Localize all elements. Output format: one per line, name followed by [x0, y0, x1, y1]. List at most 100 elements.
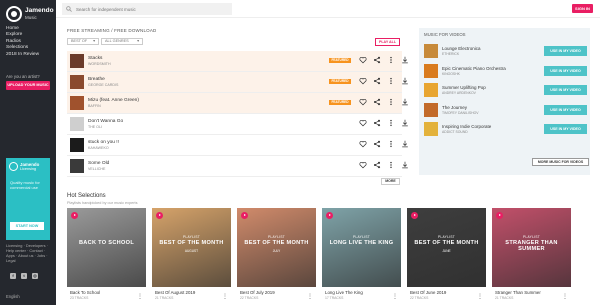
video-music-artist[interactable]: TIMOFEY DANILISHOV: [442, 111, 479, 115]
track-cover[interactable]: [70, 96, 84, 110]
video-music-artist[interactable]: ETHERICK: [442, 52, 459, 56]
use-in-my-video-button[interactable]: USE IN MY VIDEO: [544, 104, 587, 115]
playlist-cover[interactable]: PLAYLIST LONG LIVE THE KING: [322, 208, 401, 287]
play-icon[interactable]: [496, 212, 503, 219]
video-music-title[interactable]: Inspiring Indie Corporate: [442, 124, 491, 129]
playlist-name[interactable]: Back To School: [70, 290, 100, 295]
track-title[interactable]: Don't Wanna Go: [88, 119, 123, 124]
track-row[interactable]: Breathe GEORGE CARDIS FEATURED: [67, 72, 408, 93]
track-row[interactable]: Stacks WORDSMITH FEATURED: [67, 51, 408, 72]
play-icon[interactable]: [71, 212, 78, 219]
track-title[interactable]: Stacks: [88, 56, 102, 61]
video-music-item[interactable]: Lounge Electronica ETHERICK USE IN MY VIDE…: [424, 42, 587, 61]
play-icon[interactable]: [326, 212, 333, 219]
heart-icon[interactable]: [359, 98, 367, 106]
use-in-my-video-button[interactable]: USE IN MY VIDEO: [544, 65, 587, 76]
instagram-icon[interactable]: ◎: [32, 273, 38, 279]
track-cover[interactable]: [70, 54, 84, 68]
facebook-icon[interactable]: f: [10, 273, 16, 279]
licensing-ad[interactable]: Jamendo Licensing Quality music for comm…: [6, 158, 50, 240]
track-title[interactable]: stuck on you !!: [88, 140, 119, 145]
track-title[interactable]: Breathe: [88, 77, 105, 82]
search-bar[interactable]: [62, 3, 232, 15]
download-icon[interactable]: [401, 140, 409, 148]
video-music-item[interactable]: The Journey TIMOFEY DANILISHOV USE IN MY V…: [424, 101, 587, 120]
playlist-name[interactable]: Best Of July 2019: [240, 290, 275, 295]
playlist-name[interactable]: Stranger Than Summer: [495, 290, 541, 295]
video-music-title[interactable]: The Journey: [442, 105, 467, 110]
video-music-artist[interactable]: KINOOSHK: [442, 72, 460, 76]
video-music-cover[interactable]: [424, 44, 438, 58]
play-icon[interactable]: [411, 212, 418, 219]
track-row[interactable]: stuck on you !! KAHAWEKO: [67, 135, 408, 156]
video-music-cover[interactable]: [424, 83, 438, 97]
track-artist[interactable]: THE OLI: [88, 125, 102, 129]
playlist-name[interactable]: Long Live The King: [325, 290, 363, 295]
more-options-icon[interactable]: [387, 119, 395, 127]
track-row[interactable]: Mizu (feat. Anne Green) BAFFIN FEATURED: [67, 93, 408, 114]
heart-icon[interactable]: [359, 140, 367, 148]
track-title[interactable]: Some Old: [88, 161, 109, 166]
more-music-for-videos-button[interactable]: MORE MUSIC FOR VIDEOS: [532, 158, 589, 166]
track-cover[interactable]: [70, 75, 84, 89]
period-filter[interactable]: BEST OF ▾: [67, 38, 99, 45]
track-cover[interactable]: [70, 159, 84, 173]
playlist-cover[interactable]: PLAYLIST BEST OF THE MONTH JUNE: [407, 208, 486, 287]
track-artist[interactable]: GEORGE CARDIS: [88, 83, 118, 87]
share-icon[interactable]: [373, 77, 381, 85]
playlist-cover[interactable]: PLAYLIST STRANGER THAN SUMMER: [492, 208, 571, 287]
playlist-card[interactable]: BACK TO SCHOOL Back To School 23 TRACKS ⋮: [67, 208, 146, 305]
video-music-artist[interactable]: ANDREY ARDENKOV: [442, 91, 476, 95]
use-in-my-video-button[interactable]: USE IN MY VIDEO: [544, 124, 587, 134]
more-options-icon[interactable]: ⋮: [392, 294, 398, 300]
download-icon[interactable]: [401, 119, 409, 127]
video-music-artist[interactable]: ADDICT SOUND: [442, 130, 468, 134]
track-artist[interactable]: BAFFIN: [88, 104, 101, 108]
heart-icon[interactable]: [359, 56, 367, 64]
use-in-my-video-button[interactable]: USE IN MY VIDEO: [544, 46, 587, 56]
more-options-icon[interactable]: ⋮: [137, 294, 143, 300]
footer-links[interactable]: Licensing · Developers · Help center · C…: [6, 243, 52, 263]
sign-in-button[interactable]: SIGN IN: [572, 4, 593, 13]
playlist-card[interactable]: PLAYLIST LONG LIVE THE KING Long Live The …: [322, 208, 401, 305]
video-music-title[interactable]: Lounge Electronica: [442, 46, 481, 51]
language-selector[interactable]: English: [6, 294, 20, 299]
search-input[interactable]: [76, 6, 216, 12]
playlist-name[interactable]: Best Of June 2019: [410, 290, 446, 295]
download-icon[interactable]: [401, 56, 409, 64]
share-icon[interactable]: [373, 56, 381, 64]
playlist-card[interactable]: PLAYLIST BEST OF THE MONTH JUNE Best Of Jun…: [407, 208, 486, 305]
video-music-item[interactable]: Epic Cinematic Piano Orchestra KINOOSHK US…: [424, 62, 587, 81]
heart-icon[interactable]: [359, 119, 367, 127]
sidebar-item-2018-review[interactable]: 2018 In Review: [6, 52, 39, 58]
download-icon[interactable]: [401, 161, 409, 169]
track-cover[interactable]: [70, 117, 84, 131]
more-options-icon[interactable]: [387, 77, 395, 85]
track-artist[interactable]: KAHAWEKO: [88, 146, 109, 150]
playlist-card[interactable]: PLAYLIST STRANGER THAN SUMMER Stranger Tha…: [492, 208, 571, 305]
video-music-cover[interactable]: [424, 63, 438, 78]
video-music-cover[interactable]: [424, 122, 438, 136]
heart-icon[interactable]: [359, 161, 367, 169]
video-music-title[interactable]: Summer Uplifting Pop: [442, 85, 486, 90]
more-options-icon[interactable]: [387, 98, 395, 106]
playlist-card[interactable]: PLAYLIST BEST OF THE MONTH AUGUST Best Of A…: [152, 208, 231, 305]
use-in-my-video-button[interactable]: USE IN MY VIDEO: [544, 85, 587, 95]
genre-filter[interactable]: ALL GENRES ▾: [101, 38, 143, 45]
play-icon[interactable]: [241, 212, 248, 219]
more-options-icon[interactable]: ⋮: [562, 294, 568, 300]
track-row[interactable]: Some Old VELLICHE: [67, 156, 408, 177]
share-icon[interactable]: [373, 98, 381, 106]
share-icon[interactable]: [373, 119, 381, 127]
video-music-item[interactable]: Inspiring Indie Corporate ADDICT SOUND USE…: [424, 120, 587, 139]
download-icon[interactable]: [401, 77, 409, 85]
share-icon[interactable]: [373, 140, 381, 148]
track-artist[interactable]: WORDSMITH: [88, 62, 111, 66]
twitter-icon[interactable]: t: [21, 273, 27, 279]
playlist-cover[interactable]: BACK TO SCHOOL: [67, 208, 146, 287]
more-options-icon[interactable]: ⋮: [222, 294, 228, 300]
more-options-icon[interactable]: [387, 161, 395, 169]
more-options-icon[interactable]: [387, 56, 395, 64]
more-options-icon[interactable]: ⋮: [307, 294, 313, 300]
more-options-icon[interactable]: [387, 140, 395, 148]
